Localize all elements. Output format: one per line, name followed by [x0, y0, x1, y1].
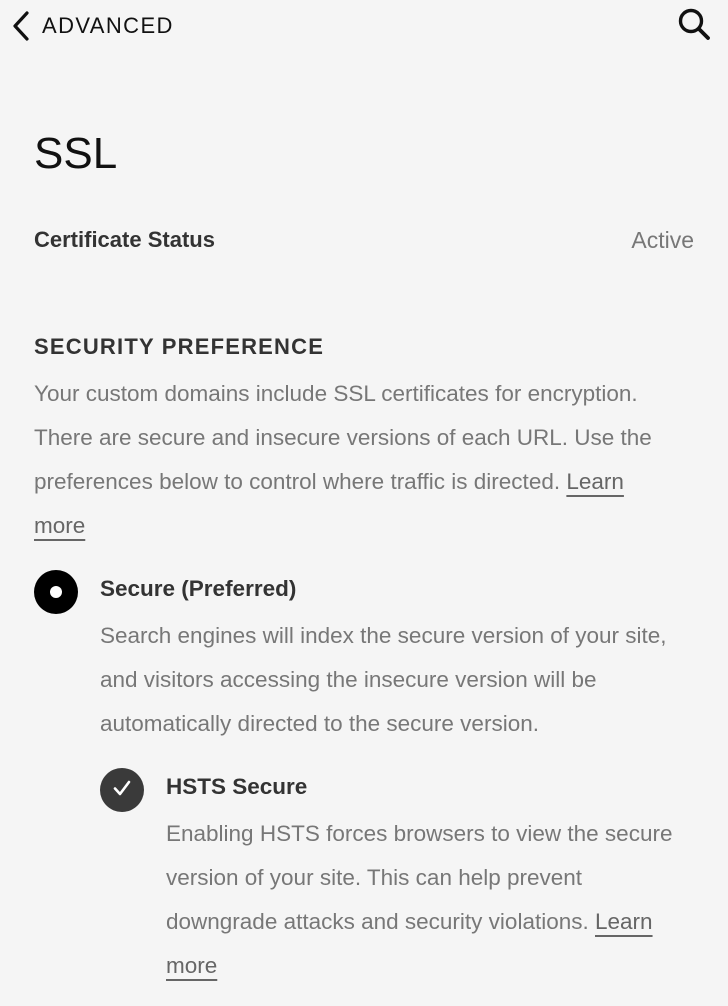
certificate-status-label: Certificate Status — [34, 227, 215, 252]
search-icon — [677, 7, 711, 46]
hsts-secure-title: HSTS Secure — [166, 774, 308, 799]
secure-preferred-radio[interactable] — [34, 570, 78, 614]
back-button[interactable]: ADVANCED — [10, 8, 174, 44]
secure-preferred-description: Search engines will index the secure ver… — [100, 623, 667, 736]
security-description: Your custom domains include SSL certific… — [34, 372, 674, 548]
certificate-status-value: Active — [631, 226, 694, 253]
security-preference-heading: SECURITY PREFERENCE — [34, 334, 325, 359]
hsts-description: Enabling HSTS forces browsers to view th… — [166, 812, 686, 988]
radio-selected-dot — [50, 586, 62, 598]
search-button[interactable] — [674, 6, 714, 46]
back-label: ADVANCED — [42, 13, 174, 38]
checkmark-icon — [111, 777, 133, 804]
top-bar: ADVANCED — [0, 0, 728, 52]
secure-preferred-title: Secure (Preferred) — [100, 576, 297, 601]
certificate-status-row: Certificate Status Active — [34, 224, 694, 256]
chevron-left-icon — [10, 10, 32, 42]
hsts-secure-checkbox[interactable] — [100, 768, 144, 812]
page-title: SSL — [34, 129, 118, 178]
security-description-text: Your custom domains include SSL certific… — [34, 381, 652, 494]
